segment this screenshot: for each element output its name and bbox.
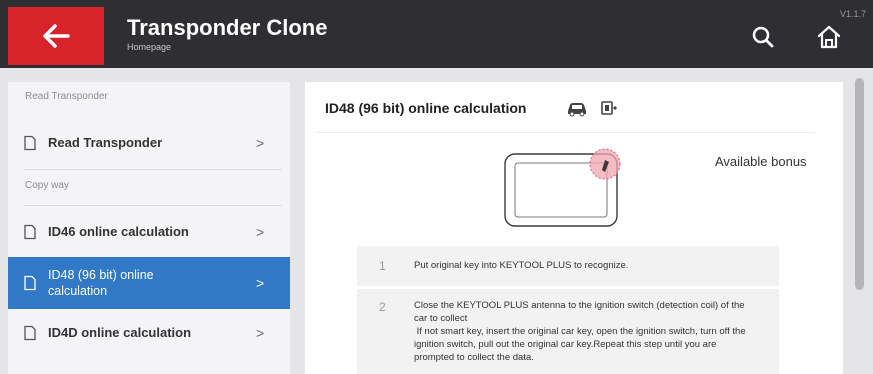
breadcrumb: Homepage	[127, 42, 172, 52]
sidebar-item-label: ID48 (96 bit) online calculation	[48, 268, 154, 298]
car-icon	[568, 103, 586, 117]
top-bar: Transponder Clone Homepage V1.1.7	[0, 0, 873, 68]
step-row: 2 Close the KEYTOOL PLUS antenna to the …	[357, 289, 779, 374]
document-icon	[24, 224, 36, 240]
page-title: Transponder Clone	[127, 15, 328, 40]
back-button[interactable]	[8, 7, 104, 65]
chevron-right-icon: >	[256, 275, 265, 291]
sidebar-item-id48[interactable]: ID48 (96 bit) online calculation >	[8, 257, 290, 309]
chevron-right-icon: >	[256, 135, 265, 151]
document-icon	[24, 275, 36, 291]
chevron-right-icon: >	[256, 325, 265, 341]
step-text: Close the KEYTOOL PLUS antenna to the ig…	[414, 300, 746, 363]
step-number: 1	[379, 259, 386, 273]
content-area: Read Transponder Read Transponder > Copy…	[0, 68, 873, 374]
sidebar-item-id46[interactable]: ID46 online calculation >	[8, 208, 290, 256]
version-label: V1.1.7	[840, 9, 867, 19]
divider	[317, 132, 815, 133]
available-bonus-label: Available bonus	[715, 154, 807, 169]
step-text: Put original key into KEYTOOL PLUS to re…	[414, 260, 629, 271]
divider	[24, 169, 282, 170]
device-illustration	[504, 148, 621, 227]
document-icon	[24, 135, 36, 151]
sidebar-item-label: ID46 online calculation	[48, 224, 189, 239]
scrollbar[interactable]	[855, 78, 864, 290]
home-icon[interactable]	[814, 22, 844, 52]
search-icon[interactable]	[750, 24, 776, 50]
sidebar: Read Transponder Read Transponder > Copy…	[8, 82, 290, 374]
sidebar-item-id4d[interactable]: ID4D online calculation >	[8, 309, 290, 357]
main-title: ID48 (96 bit) online calculation	[325, 100, 527, 116]
main-panel: ID48 (96 bit) online calculation Availab…	[305, 82, 843, 374]
sidebar-item-read-transponder[interactable]: Read Transponder >	[8, 119, 290, 167]
chevron-right-icon: >	[256, 224, 265, 240]
arrow-left-icon	[43, 24, 70, 48]
step-row: 1 Put original key into KEYTOOL PLUS to …	[357, 246, 779, 286]
sidebar-item-label: ID4D online calculation	[48, 325, 192, 340]
sidebar-item-label: Read Transponder	[48, 135, 163, 150]
section-label-copy: Copy way	[25, 180, 69, 191]
step-number: 2	[379, 300, 386, 314]
divider	[24, 205, 282, 206]
chip-icon	[601, 101, 617, 115]
section-label-read: Read Transponder	[25, 91, 108, 102]
document-icon	[24, 325, 36, 341]
